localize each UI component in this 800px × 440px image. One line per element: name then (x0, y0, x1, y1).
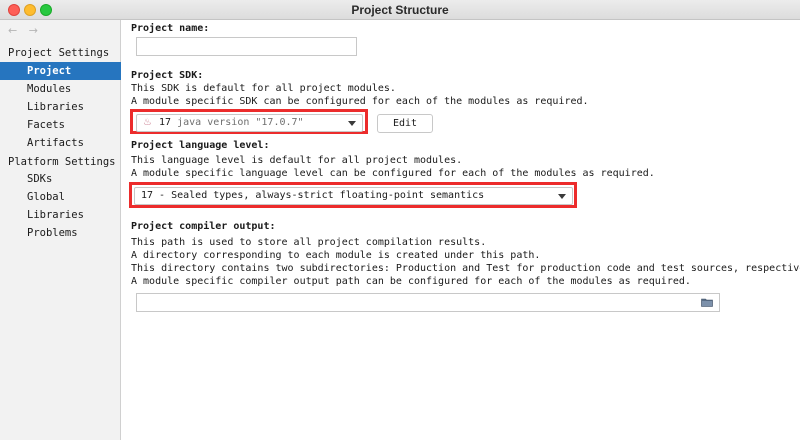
language-level-label: Project language level: (131, 140, 270, 151)
compiler-output-label: Project compiler output: (131, 221, 276, 232)
sdk-name: 17 (159, 117, 172, 128)
sidebar-item-global-libraries[interactable]: Global Libraries (0, 188, 121, 221)
project-name-input[interactable] (136, 37, 357, 56)
chevron-down-icon (558, 194, 566, 199)
project-sdk-dropdown[interactable]: ♨ 17 java version "17.0.7" (136, 114, 363, 132)
forward-arrow-icon[interactable]: → (29, 24, 42, 37)
chevron-down-icon (348, 121, 356, 126)
compiler-output-description-2: A directory corresponding to each module… (131, 250, 541, 261)
sidebar-item-modules[interactable]: Modules (0, 80, 121, 98)
edit-sdk-button[interactable]: Edit (377, 114, 433, 133)
platform-settings-header: Platform Settings (8, 156, 116, 168)
window-title: Project Structure (351, 3, 449, 17)
language-level-value: 17 - Sealed types, always-strict floatin… (141, 190, 485, 201)
sidebar: ← → Project Settings Project Modules Lib… (0, 20, 121, 440)
compiler-output-input[interactable] (136, 293, 720, 312)
language-level-dropdown[interactable]: 17 - Sealed types, always-strict floatin… (134, 187, 573, 205)
language-level-description-2: A module specific language level can be … (131, 168, 655, 179)
java-cup-icon: ♨ (143, 117, 152, 128)
compiler-output-description-3: This directory contains two subdirectori… (131, 263, 800, 274)
language-level-description: This language level is default for all p… (131, 155, 463, 166)
title-bar: Project Structure (0, 0, 800, 20)
project-name-label: Project name: (131, 23, 210, 34)
project-sdk-description-2: A module specific SDK can be configured … (131, 96, 589, 107)
sdk-version: java version "17.0.7" (177, 117, 304, 128)
sidebar-item-libraries[interactable]: Libraries (0, 98, 121, 116)
project-sdk-description: This SDK is default for all project modu… (131, 83, 396, 94)
sidebar-item-facets[interactable]: Facets (0, 116, 121, 134)
project-settings-header: Project Settings (8, 47, 110, 59)
compiler-output-description-1: This path is used to store all project c… (131, 237, 487, 248)
compiler-output-description-4: A module specific compiler output path c… (131, 276, 691, 287)
back-arrow-icon[interactable]: ← (8, 24, 21, 37)
sidebar-item-project[interactable]: Project (0, 62, 121, 80)
sidebar-item-problems[interactable]: Problems (0, 224, 121, 242)
folder-icon[interactable] (701, 298, 713, 307)
sidebar-item-sdks[interactable]: SDKs (0, 170, 121, 188)
nav-arrows: ← → (8, 24, 42, 37)
project-settings-panel: Project name: Project SDK: This SDK is d… (122, 20, 800, 440)
project-sdk-label: Project SDK: (131, 70, 204, 81)
sidebar-item-artifacts[interactable]: Artifacts (0, 134, 121, 152)
